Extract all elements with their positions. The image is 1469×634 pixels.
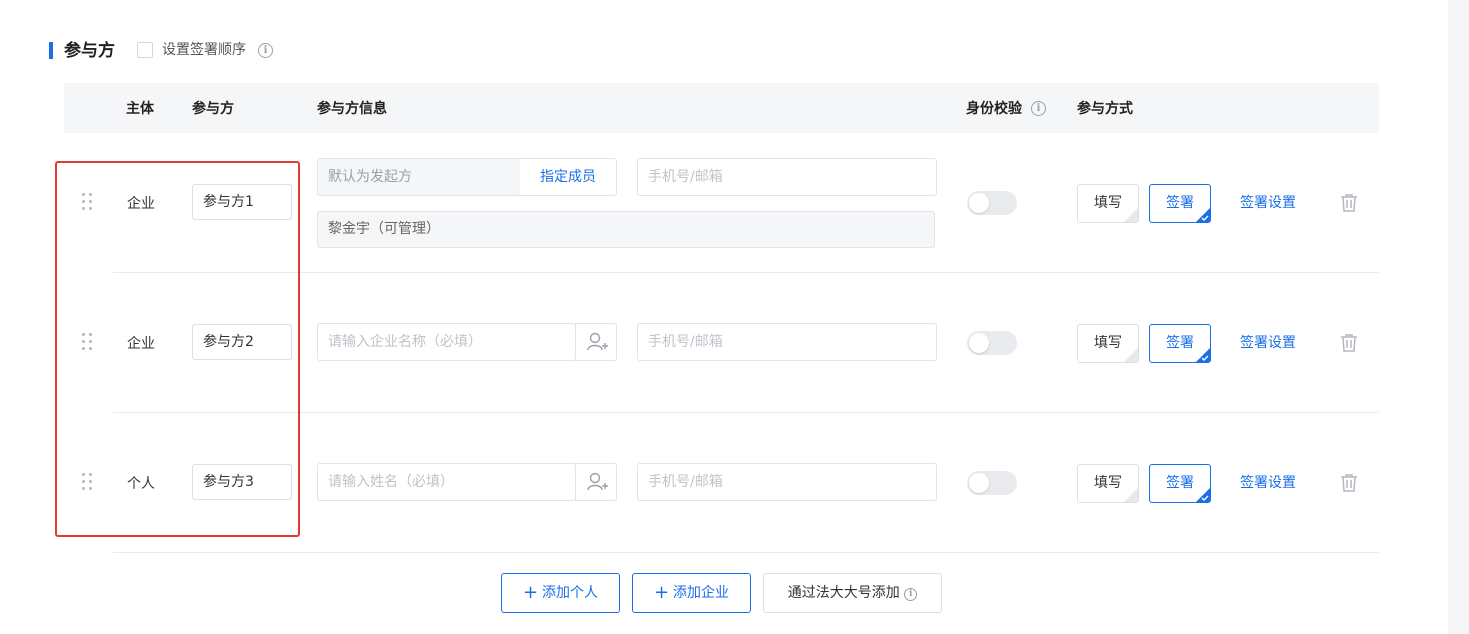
table-header: 主体 参与方 参与方信息 身份校验 参与方式 — [64, 83, 1379, 133]
trash-icon[interactable] — [1340, 193, 1358, 213]
header-identity-verify: 身份校验 — [966, 101, 1022, 117]
verify-info-icon[interactable]: i — [1031, 101, 1046, 116]
fill-mode-button[interactable]: 填写 — [1077, 184, 1139, 223]
identity-verify-toggle[interactable] — [967, 471, 1017, 495]
contact-input[interactable]: 手机号/邮箱 — [637, 158, 937, 196]
checkmark-icon — [1201, 355, 1209, 361]
add-person-icon[interactable] — [575, 323, 617, 361]
right-scroll-gutter — [1448, 0, 1469, 634]
company-field: 默认为发起方 — [317, 158, 521, 196]
plus-icon: + — [522, 582, 539, 603]
add-via-account-label: 通过法大大号添加 — [787, 585, 900, 601]
info-icon[interactable]: i — [258, 43, 273, 58]
section-title: 参与方 — [64, 41, 115, 61]
checkmark-icon — [1201, 495, 1209, 501]
sign-settings-link[interactable]: 签署设置 — [1240, 474, 1296, 492]
identity-verify-toggle[interactable] — [967, 331, 1017, 355]
member-field[interactable]: 黎金宇（可管理） — [317, 211, 935, 248]
drag-handle-icon[interactable] — [82, 333, 94, 353]
header-party-info: 参与方信息 — [317, 101, 387, 117]
trash-icon[interactable] — [1340, 333, 1358, 353]
sign-mode-button[interactable]: 签署 — [1149, 324, 1211, 363]
header-party: 参与方 — [192, 101, 234, 117]
header-subject: 主体 — [126, 101, 154, 117]
company-name-input[interactable]: 请输入企业名称（必填） — [317, 323, 576, 361]
trash-icon[interactable] — [1340, 473, 1358, 493]
party-name-input[interactable]: 参与方2 — [192, 324, 292, 360]
fill-label: 填写 — [1094, 195, 1122, 211]
add-company-button[interactable]: + 添加企业 — [632, 573, 751, 613]
party-name-input[interactable]: 参与方1 — [192, 184, 292, 220]
fill-label: 填写 — [1094, 475, 1122, 491]
sign-label: 签署 — [1166, 195, 1194, 211]
add-person-label: 添加个人 — [542, 585, 599, 601]
fill-mode-button[interactable]: 填写 — [1077, 464, 1139, 503]
fill-mode-button[interactable]: 填写 — [1077, 324, 1139, 363]
row-divider — [113, 552, 1379, 553]
add-person-icon[interactable] — [575, 463, 617, 501]
fill-label: 填写 — [1094, 335, 1122, 351]
signing-order-checkbox[interactable] — [137, 42, 153, 58]
row-subject: 企业 — [127, 336, 155, 352]
header-participation-mode: 参与方式 — [1077, 101, 1133, 117]
section-accent-bar — [49, 42, 53, 59]
plus-icon: + — [653, 582, 670, 603]
add-via-account-button[interactable]: 通过法大大号添加 i — [763, 573, 942, 613]
contact-input[interactable]: 手机号/邮箱 — [637, 463, 937, 501]
row-subject: 个人 — [127, 476, 155, 492]
row-divider — [113, 412, 1379, 413]
checkmark-icon — [1201, 215, 1209, 221]
row-subject: 企业 — [127, 196, 155, 212]
sign-label: 签署 — [1166, 475, 1194, 491]
signing-order-label: 设置签署顺序 — [162, 42, 246, 58]
person-name-input[interactable]: 请输入姓名（必填） — [317, 463, 576, 501]
sign-mode-button[interactable]: 签署 — [1149, 184, 1211, 223]
assign-member-button[interactable]: 指定成员 — [520, 158, 617, 196]
drag-handle-icon[interactable] — [82, 473, 94, 493]
sign-label: 签署 — [1166, 335, 1194, 351]
add-person-button[interactable]: + 添加个人 — [501, 573, 620, 613]
identity-verify-toggle[interactable] — [967, 191, 1017, 215]
row-divider — [113, 272, 1379, 273]
add-company-label: 添加企业 — [673, 585, 730, 601]
sign-mode-button[interactable]: 签署 — [1149, 464, 1211, 503]
party-name-input[interactable]: 参与方3 — [192, 464, 292, 500]
sign-settings-link[interactable]: 签署设置 — [1240, 194, 1296, 212]
sign-settings-link[interactable]: 签署设置 — [1240, 334, 1296, 352]
drag-handle-icon[interactable] — [82, 193, 94, 213]
contact-input[interactable]: 手机号/邮箱 — [637, 323, 937, 361]
info-icon: i — [904, 588, 918, 601]
